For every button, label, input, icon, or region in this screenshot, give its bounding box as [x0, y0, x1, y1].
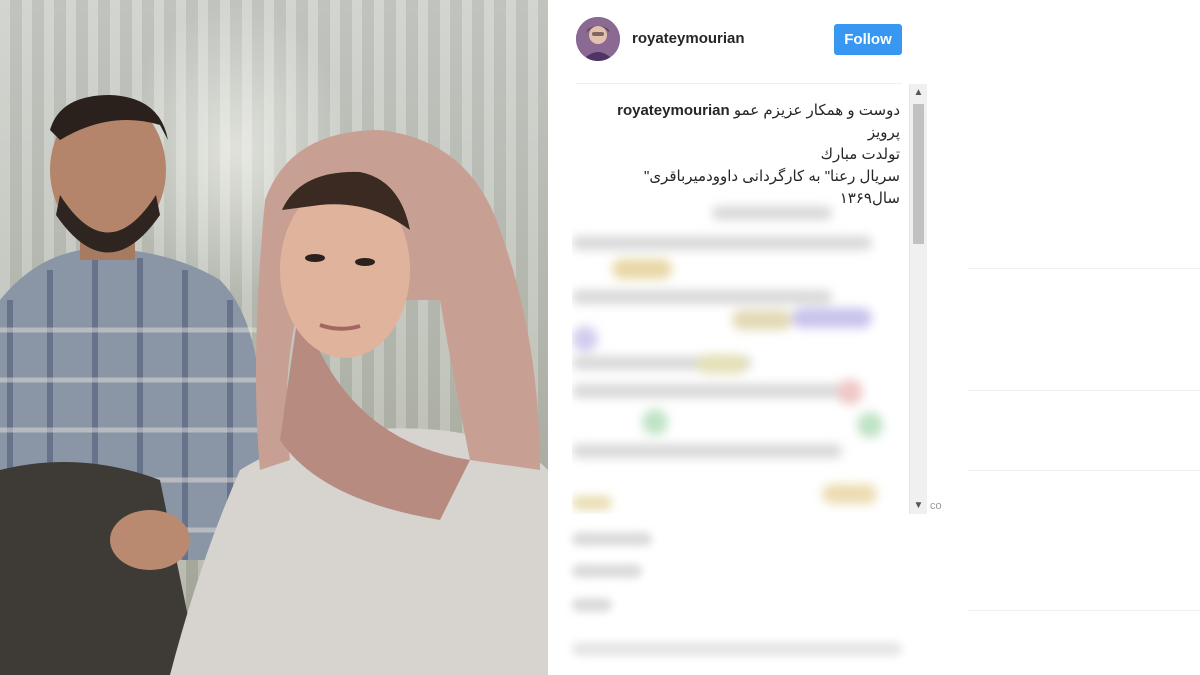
faded-background-ui [968, 260, 1200, 660]
blurred-dot [857, 412, 883, 438]
blurred-dot [572, 326, 598, 352]
blurred-chip [697, 354, 747, 374]
woman-eye-right [355, 258, 375, 266]
blurred-comments [572, 204, 892, 514]
scroll-thumb[interactable] [913, 104, 924, 244]
blurred-actions-area [572, 520, 912, 670]
blurred-line [572, 598, 612, 612]
faded-rule [968, 268, 1200, 269]
comments-scrollbar[interactable]: ▲ ▼ [909, 84, 927, 514]
blurred-line [572, 532, 652, 546]
caption-username[interactable]: royateymourian [617, 102, 730, 119]
blurred-line [572, 564, 642, 578]
blurred-chip [732, 310, 792, 330]
username-link[interactable]: royateymourian [632, 30, 745, 47]
avatar[interactable] [576, 17, 620, 61]
blurred-line [572, 236, 872, 250]
faded-rule [968, 610, 1200, 611]
follow-button[interactable]: Follow [834, 24, 902, 55]
blurred-chip [822, 484, 877, 504]
woman-eye-left [305, 254, 325, 262]
blurred-line [572, 384, 862, 398]
man-hands [110, 510, 190, 570]
post-header: royateymourian Follow [548, 0, 920, 80]
blurred-line [572, 496, 612, 510]
scroll-down-icon[interactable]: ▼ [910, 497, 927, 514]
blurred-chip [792, 308, 872, 328]
comments-section: دوست و همکار عزیزم عمو royateymourian پر… [572, 84, 932, 514]
post-photo[interactable] [0, 0, 548, 675]
caption-line-2: پرویز [867, 124, 900, 141]
blurred-dot [642, 409, 668, 435]
blurred-line [572, 290, 832, 304]
post-side-panel: royateymourian Follow دوست و همکار عزیزم… [548, 0, 1200, 675]
post-caption: دوست و همکار عزیزم عمو royateymourian پر… [590, 100, 900, 210]
faded-rule [968, 470, 1200, 471]
caption-text-1: دوست و همکار عزیزم عمو [733, 102, 900, 119]
faded-rule [968, 390, 1200, 391]
avatar-image [576, 17, 620, 61]
blurred-dot [837, 379, 863, 405]
photo-figures [0, 95, 548, 675]
scroll-up-icon[interactable]: ▲ [910, 84, 927, 101]
clipped-text: co [930, 500, 942, 512]
blurred-line [572, 444, 842, 458]
caption-line-1: دوست و همکار عزیزم عمو royateymourian [590, 100, 900, 122]
blurred-chip [612, 259, 672, 279]
caption-line-4: سریال رعنا" به کارگردانی داوودمیرباقری" [644, 168, 900, 185]
blurred-line [572, 642, 902, 656]
caption-line-3: تولدت مبارك [820, 146, 900, 163]
blurred-line [712, 206, 832, 220]
